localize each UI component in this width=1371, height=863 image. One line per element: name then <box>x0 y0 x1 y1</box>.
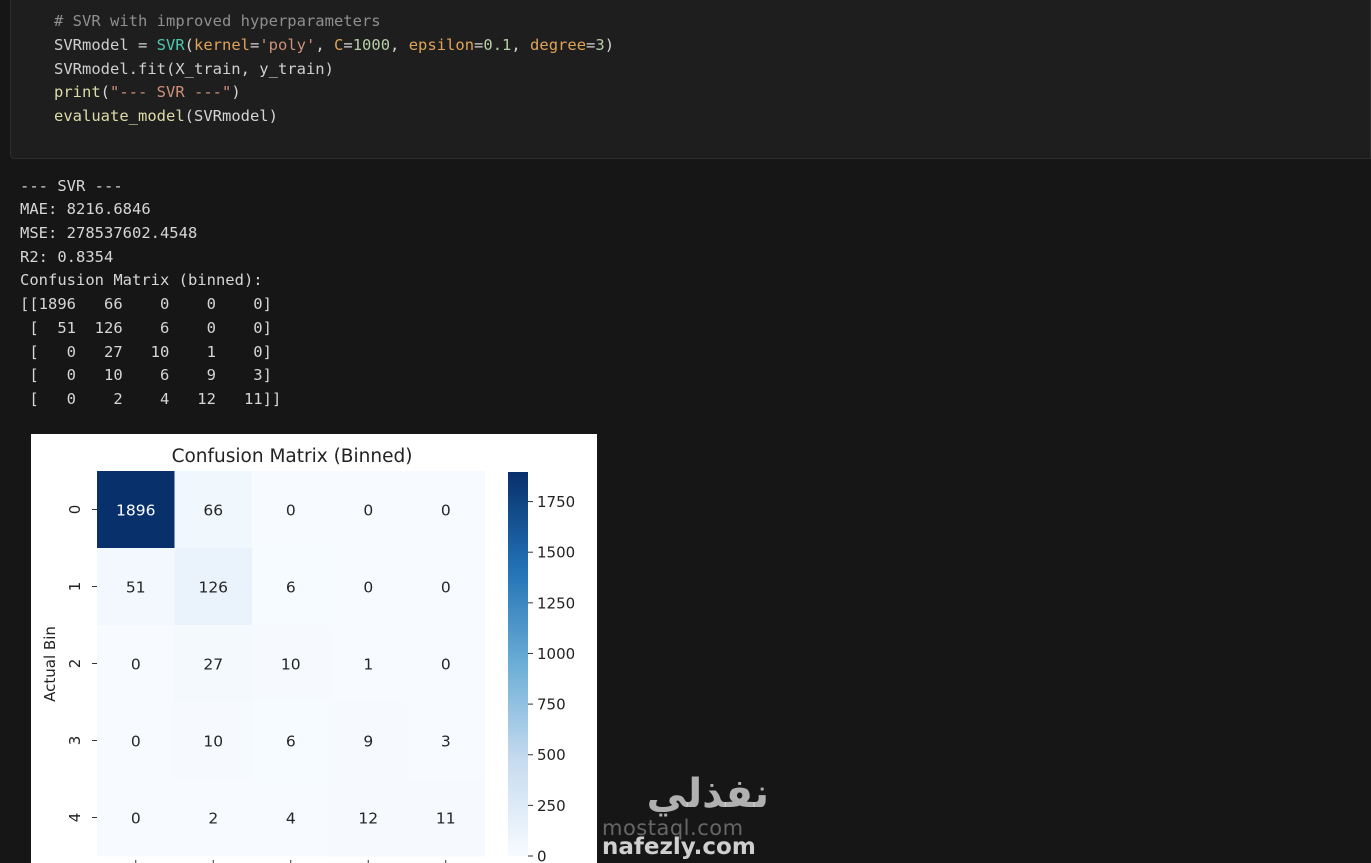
colorbar-tick-label: 0 <box>537 848 547 863</box>
y-tick-label: 3 <box>66 736 84 746</box>
cell-value-label: 11 <box>436 810 456 828</box>
code-token: 'poly' <box>259 36 316 54</box>
code-line-print: print("--- SVR ---") <box>54 80 241 104</box>
code-token: = <box>343 36 353 54</box>
code-line-model: SVRmodel = SVR(kernel='poly', C=1000, ep… <box>54 33 614 57</box>
colorbar-ticks: 1750 1500 1250 1000 750 500 250 0 <box>528 493 575 863</box>
code-token: kernel <box>194 36 250 54</box>
cell-value-label: 66 <box>203 502 223 520</box>
watermark: نفذلي mostaql.com nafezly.com <box>600 768 775 863</box>
heatmap-figure: Confusion Matrix (Binned) Actual Bin 189… <box>31 434 597 863</box>
code-token: ( <box>100 83 111 101</box>
output-line: [ 51 126 6 0 0] <box>20 319 272 337</box>
output-line: --- SVR --- <box>20 177 123 195</box>
cell-value-label: 51 <box>126 579 146 597</box>
code-token: SVRmodel <box>54 36 129 54</box>
code-token: = <box>250 36 260 54</box>
colorbar-tick-label: 1250 <box>537 594 575 612</box>
code-token: 3 <box>595 36 605 54</box>
output-line: MAE: 8216.6846 <box>20 200 151 218</box>
code-token: , <box>315 36 335 54</box>
code-token: = <box>586 36 596 54</box>
cell-value-label: 27 <box>203 656 223 674</box>
code-token: = <box>474 36 484 54</box>
chart-title: Confusion Matrix (Binned) <box>172 446 413 467</box>
code-token: 1000 <box>352 36 391 54</box>
colorbar-tick-label: 250 <box>537 797 566 815</box>
watermark-logo-text: نفذلي <box>646 771 769 817</box>
cell-value-label: 0 <box>441 656 451 674</box>
colorbar-tick-label: 1000 <box>537 645 575 663</box>
code-token: , <box>511 36 531 54</box>
cell-value-label: 0 <box>286 502 296 520</box>
output-line: R2: 0.8354 <box>20 248 114 266</box>
code-token: 0.1 <box>483 36 512 54</box>
cell-value-label: 0 <box>441 579 451 597</box>
output-line: [ 0 10 6 9 3] <box>20 366 272 384</box>
cell-value-label: 0 <box>131 656 141 674</box>
cell-value-label: 10 <box>203 733 223 751</box>
y-tick-label: 4 <box>66 813 84 823</box>
cell-value-label: 0 <box>363 579 373 597</box>
cell-value-label: 9 <box>363 733 373 751</box>
output-line: Confusion Matrix (binned): <box>20 271 263 289</box>
colorbar-tick-label: 1750 <box>537 493 575 511</box>
cell-value-label: 2 <box>208 810 218 828</box>
cell-value-label: 0 <box>363 502 373 520</box>
code-token: evaluate_model <box>54 107 185 125</box>
colorbar-tick-label: 500 <box>537 746 566 764</box>
colorbar-tick-label: 1500 <box>537 544 575 562</box>
code-token: degree <box>530 36 587 54</box>
output-line: MSE: 278537602.4548 <box>20 224 198 242</box>
code-token: = <box>128 36 157 54</box>
code-token: , <box>390 36 409 54</box>
colorbar <box>508 472 528 856</box>
code-token: ( <box>184 36 194 54</box>
code-token: "--- SVR ---" <box>110 83 232 101</box>
cell-value-label: 6 <box>286 733 296 751</box>
cell-value-label: 0 <box>131 733 141 751</box>
output-line: [[1896 66 0 0 0] <box>20 295 272 313</box>
code-cell[interactable]: # SVR with improved hyperparameters SVRm… <box>10 0 1371 159</box>
cell-value-label: 1 <box>363 656 373 674</box>
heatmap-svg: Confusion Matrix (Binned) Actual Bin 189… <box>41 446 575 863</box>
cell-value-label: 126 <box>198 579 228 597</box>
code-token: SVR <box>156 36 185 54</box>
cell-value-label: 4 <box>286 810 296 828</box>
cell-value-label: 12 <box>358 810 378 828</box>
code-token: C <box>334 36 344 54</box>
watermark-nafezly: nafezly.com <box>602 834 756 860</box>
code-comment: # SVR with improved hyperparameters <box>54 12 381 30</box>
code-token: ) <box>231 83 241 101</box>
y-tick-label: 1 <box>66 582 84 592</box>
code-token: print <box>54 83 101 101</box>
cell-value-label: 6 <box>286 579 296 597</box>
output-line: [ 0 27 10 1 0] <box>20 343 272 361</box>
cell-value-label: 0 <box>131 810 141 828</box>
cell-value-label: 1896 <box>116 502 155 520</box>
cell-value-label: 3 <box>441 733 451 751</box>
output-line: [ 0 2 4 12 11]] <box>20 390 282 408</box>
heatmap-cells: 1896 66 0 0 051 126 6 0 00 27 10 1 00 10 6 9 30 2 4 12 11 <box>97 471 485 857</box>
cell-value-label: 0 <box>441 502 451 520</box>
code-line-fit: SVRmodel.fit(X_train, y_train) <box>54 60 334 78</box>
code-token: (SVRmodel) <box>184 107 278 125</box>
code-token: epsilon <box>408 36 475 54</box>
y-axis-label: Actual Bin <box>41 626 59 702</box>
y-tick-label: 0 <box>66 505 84 515</box>
code-line-evaluate: evaluate_model(SVRmodel) <box>54 104 278 128</box>
cell-value-label: 10 <box>281 656 301 674</box>
y-tick-label: 2 <box>66 659 84 669</box>
code-token: ) <box>604 36 615 54</box>
watermark-mostaql: mostaql.com <box>602 816 744 840</box>
colorbar-tick-label: 750 <box>537 696 566 714</box>
